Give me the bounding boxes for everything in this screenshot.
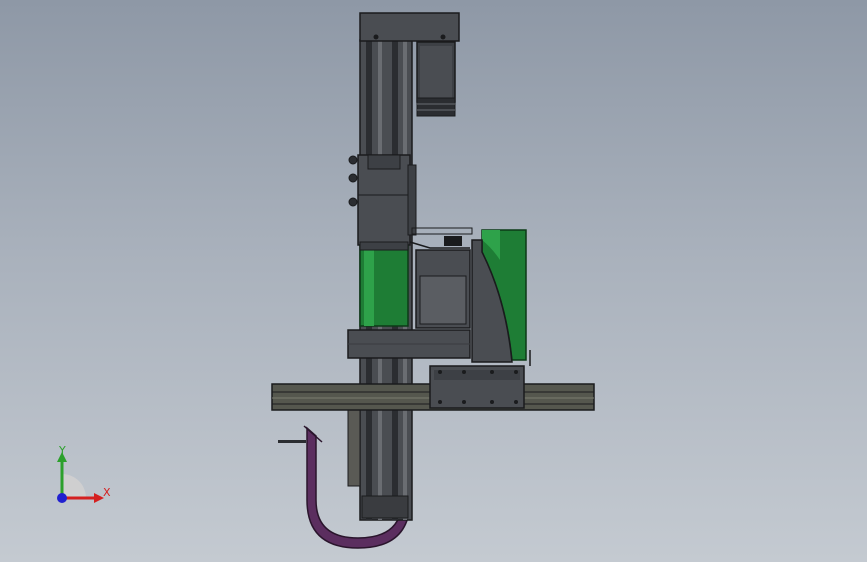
- x-axis-label: X: [103, 486, 111, 499]
- carriage-block: [348, 154, 417, 246]
- green-motor-cylinder: [359, 241, 409, 327]
- mechanical-assembly[interactable]: [0, 0, 867, 562]
- coordinate-triad[interactable]: Y X: [40, 438, 120, 518]
- model-viewport[interactable]: Y X: [0, 0, 867, 562]
- rail-carriage: [429, 365, 525, 409]
- y-axis-label: Y: [58, 444, 66, 457]
- top-cap-plate: [359, 12, 460, 42]
- triad-arc: [62, 474, 86, 498]
- mount-plate: [347, 329, 471, 359]
- z-axis-dot: [57, 493, 67, 503]
- gearbox: [409, 227, 473, 329]
- green-guard-plate: [471, 229, 531, 366]
- servo-motor: [416, 41, 456, 117]
